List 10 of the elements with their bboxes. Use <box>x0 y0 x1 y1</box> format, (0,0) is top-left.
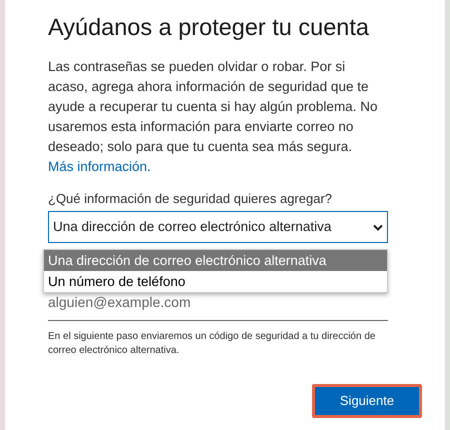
more-info-link[interactable]: Más información. <box>48 158 151 174</box>
dropdown-option[interactable]: Una dirección de correo electrónico alternativa <box>44 250 387 272</box>
email-field[interactable]: alguien@example.com <box>48 287 388 322</box>
intro-paragraph: Las contraseñas se pueden olvidar o robar. Por si acaso, agrega ahora información de seguridad que te ayude a recuperar tu cuenta si hay algún problema. No usaremos esta información para enviarte correo no deseado; solo para que tu cuenta sea más segura. Más información. <box>48 58 378 176</box>
page-title: Ayúdanos a proteger tu cuenta <box>48 13 370 42</box>
question-label: ¿Qué información de seguridad quieres agregar? <box>48 190 334 208</box>
info-note: En el siguiente paso enviaremos un código de seguridad a tu dirección de correo electrónico alternativa. <box>48 330 376 358</box>
next-button[interactable]: Siguiente <box>312 384 422 418</box>
security-select[interactable]: Una dirección de correo electrónico alternativa <box>48 211 388 244</box>
chevron-down-icon <box>373 224 383 231</box>
